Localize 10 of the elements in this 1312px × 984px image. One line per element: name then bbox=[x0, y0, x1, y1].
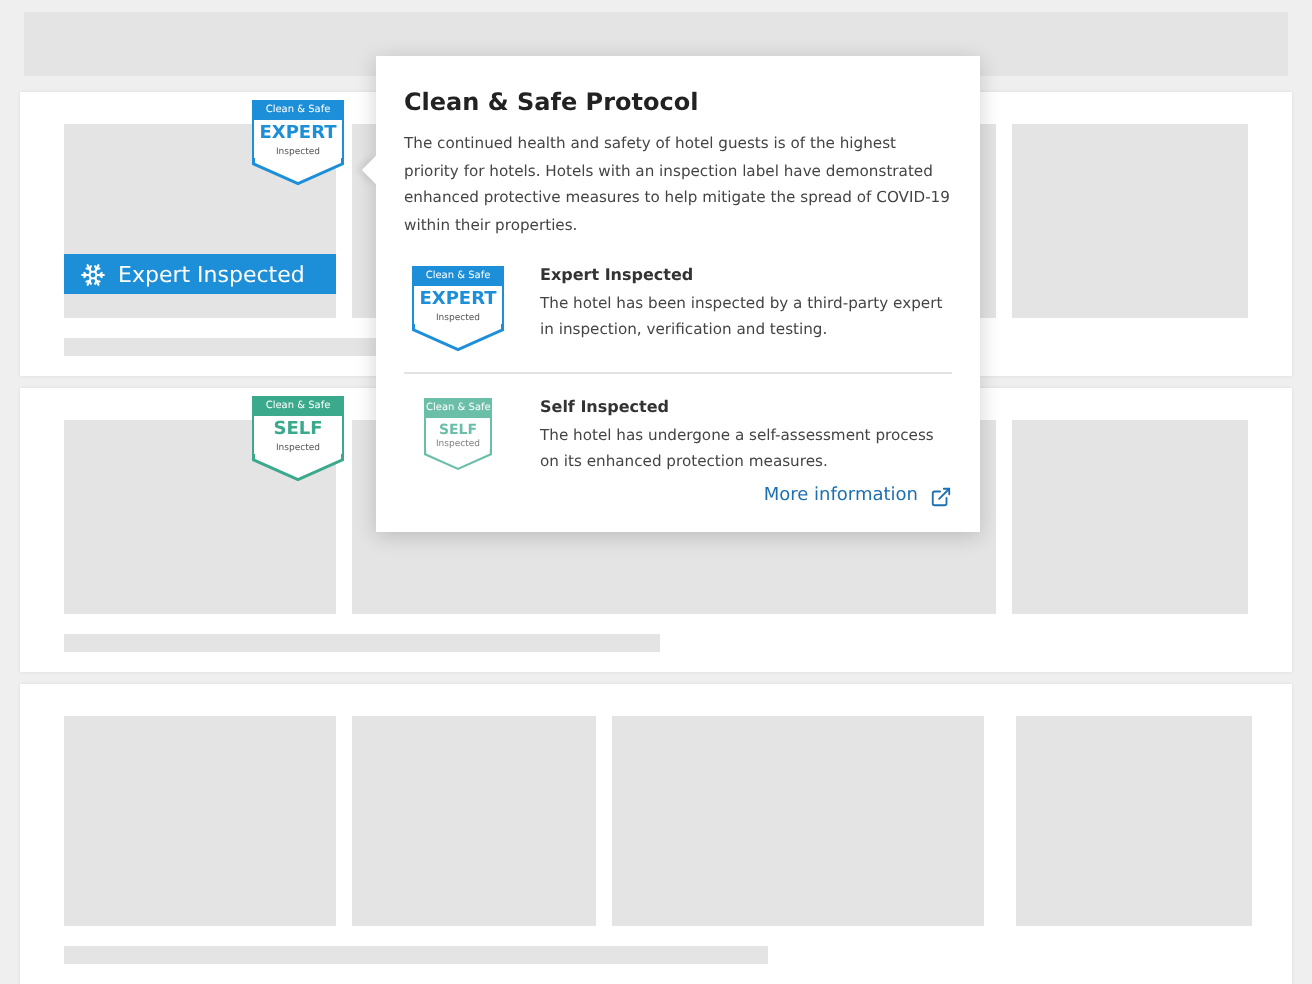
inspection-title: Expert Inspected bbox=[540, 266, 696, 284]
expert-inspected-button[interactable]: Expert Inspected bbox=[64, 254, 336, 294]
inspection-title: Self Inspected bbox=[540, 397, 671, 416]
popover-title: Clean & Safe Protocol bbox=[404, 88, 701, 116]
snowflake-icon bbox=[80, 261, 106, 287]
badge-title: EXPERT bbox=[259, 126, 337, 146]
badge-title: EXPERT bbox=[419, 292, 497, 312]
more-information-link[interactable]: More information bbox=[763, 485, 952, 508]
external-link-icon bbox=[930, 485, 952, 508]
badge-title: SELF bbox=[273, 422, 323, 442]
